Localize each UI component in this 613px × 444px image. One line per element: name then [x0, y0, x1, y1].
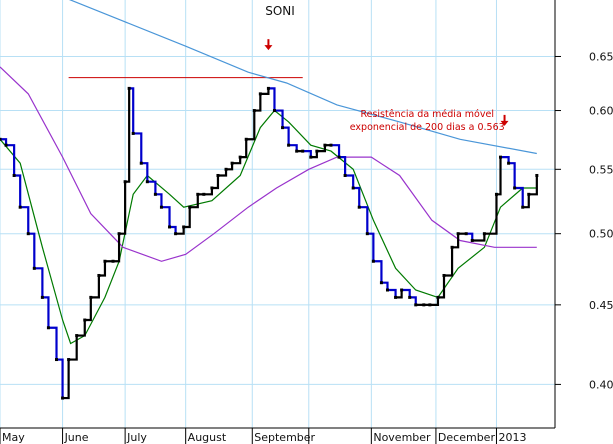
- price-point: [385, 288, 389, 292]
- price-point: [470, 238, 474, 242]
- price-point: [414, 303, 418, 307]
- price-point: [238, 155, 242, 159]
- y-tick-label: 0.40: [589, 378, 613, 391]
- price-point: [40, 295, 44, 299]
- price-point: [244, 137, 248, 141]
- price-point: [32, 266, 36, 270]
- price-point: [337, 155, 341, 159]
- price-point: [258, 92, 262, 96]
- price-point: [450, 245, 454, 249]
- price-point: [494, 192, 498, 196]
- price-point: [131, 131, 135, 135]
- price-point: [408, 295, 412, 299]
- price-point: [422, 303, 426, 307]
- price-point: [394, 295, 398, 299]
- price-point: [287, 143, 291, 147]
- y-tick-label: 0.50: [589, 228, 613, 241]
- price-point: [26, 232, 30, 236]
- price-point: [210, 186, 214, 190]
- price-point: [216, 173, 220, 177]
- price-point: [174, 232, 178, 236]
- price-point: [343, 173, 347, 177]
- x-tick-label: November: [373, 431, 431, 444]
- chart-title: SONI: [265, 4, 295, 18]
- price-point: [61, 396, 65, 400]
- price-point: [202, 192, 206, 196]
- y-tick-label: 0.55: [589, 163, 613, 176]
- price-point: [127, 86, 131, 90]
- price-point: [513, 186, 517, 190]
- y-tick-label: 0.60: [589, 105, 613, 118]
- price-point: [168, 225, 172, 229]
- x-tick-label: July: [126, 431, 147, 444]
- price-point: [196, 192, 200, 196]
- price-point: [97, 273, 101, 277]
- price-point: [224, 167, 228, 171]
- price-point: [499, 155, 503, 159]
- price-point: [281, 126, 285, 130]
- price-point: [83, 318, 87, 322]
- price-point: [139, 161, 143, 165]
- price-point: [329, 143, 333, 147]
- chart-background: [0, 0, 613, 444]
- price-point: [230, 161, 234, 165]
- x-tick-label: 2013: [498, 431, 526, 444]
- price-point: [400, 288, 404, 292]
- price-point: [295, 149, 299, 153]
- price-point: [521, 205, 525, 209]
- price-point: [103, 259, 107, 263]
- price-point: [527, 192, 531, 196]
- price-point: [252, 109, 256, 113]
- price-point: [117, 232, 121, 236]
- price-point: [89, 295, 93, 299]
- y-tick-label: 0.45: [589, 299, 613, 312]
- price-point: [55, 358, 59, 362]
- price-point: [266, 86, 270, 90]
- price-point: [436, 295, 440, 299]
- price-point: [188, 205, 192, 209]
- price-point: [351, 186, 355, 190]
- price-point: [371, 259, 375, 263]
- price-point: [301, 149, 305, 153]
- price-point: [4, 143, 8, 147]
- annotation-line-1: Resistência da média móvel: [360, 109, 494, 120]
- price-point: [323, 143, 327, 147]
- price-point: [145, 180, 149, 184]
- price-point: [365, 232, 369, 236]
- price-point: [379, 281, 383, 285]
- price-point: [464, 232, 468, 236]
- annotation-line-2: exponencial de 200 dias a 0.563: [350, 122, 505, 133]
- price-point: [272, 109, 276, 113]
- price-point: [46, 326, 50, 330]
- price-point: [75, 334, 79, 338]
- price-point: [456, 232, 460, 236]
- price-point: [67, 358, 71, 362]
- y-tick-label: 0.65: [589, 50, 613, 63]
- price-point: [309, 155, 313, 159]
- x-tick-label: May: [2, 431, 25, 444]
- price-point: [153, 192, 157, 196]
- price-point: [0, 137, 2, 141]
- price-point: [535, 173, 539, 177]
- x-tick-label: December: [438, 431, 496, 444]
- price-point: [482, 232, 486, 236]
- price-chart: 0.40 0.45 0.50 0.55 0.60 0.65 May June July Augus…: [0, 0, 613, 444]
- price-point: [182, 225, 186, 229]
- price-point: [18, 205, 22, 209]
- price-point: [123, 180, 127, 184]
- price-point: [507, 161, 511, 165]
- price-point: [159, 205, 163, 209]
- price-point: [315, 149, 319, 153]
- x-tick-label: June: [64, 431, 89, 444]
- price-point: [442, 273, 446, 277]
- price-point: [12, 173, 16, 177]
- price-point: [357, 205, 361, 209]
- price-point: [428, 303, 432, 307]
- price-point: [111, 259, 115, 263]
- x-tick-label: August: [188, 431, 227, 444]
- x-tick-label: September: [254, 431, 315, 444]
